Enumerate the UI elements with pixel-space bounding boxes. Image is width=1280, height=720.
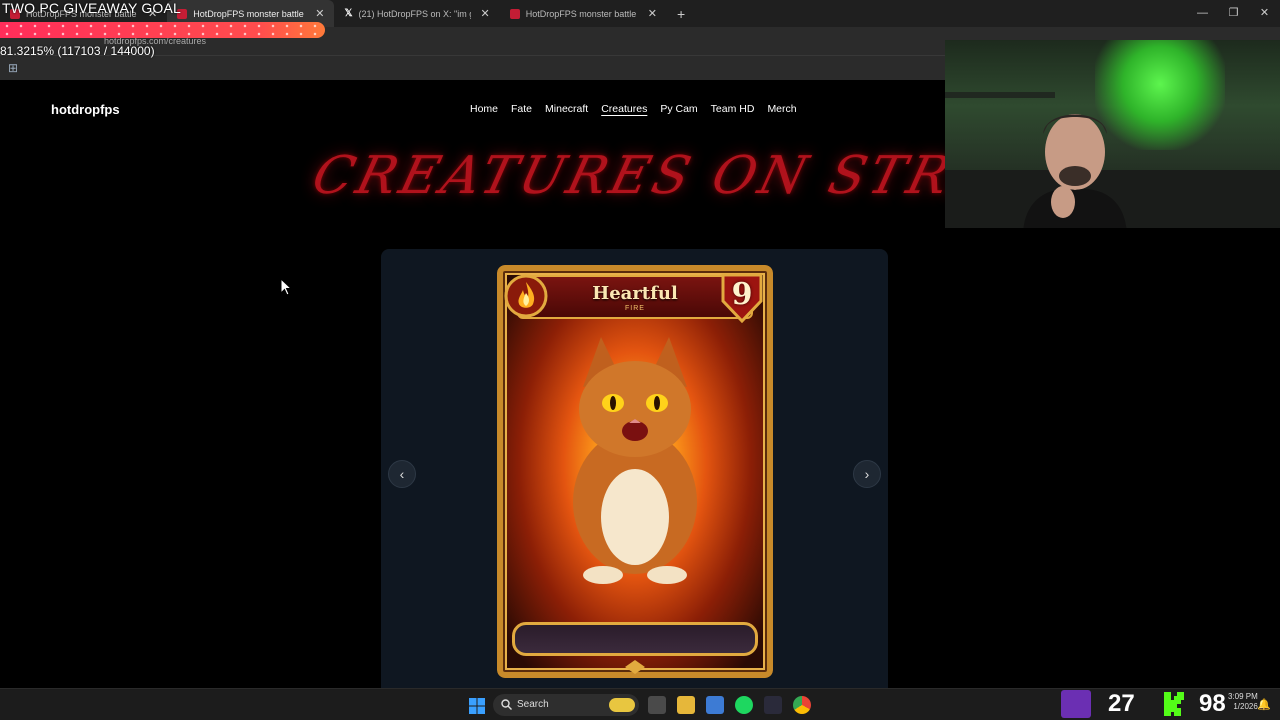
nav-creatures[interactable]: Creatures xyxy=(601,103,647,115)
card-ornament-icon xyxy=(625,660,645,674)
streamer-silhouette xyxy=(1023,114,1127,228)
browser-tab-4[interactable]: HotDropFPS monster battle sty ✕ xyxy=(500,0,667,27)
close-icon[interactable]: ✕ xyxy=(481,7,490,20)
close-window-icon[interactable]: ✕ xyxy=(1249,0,1280,27)
goal-progress-bar xyxy=(0,22,400,38)
carousel-next-button[interactable]: › xyxy=(853,460,881,488)
nav-fate[interactable]: Fate xyxy=(511,103,532,115)
search-label: Search xyxy=(517,699,549,710)
goal-title: TWO PC GIVEAWAY GOAL xyxy=(2,0,182,16)
minimize-icon[interactable]: — xyxy=(1187,0,1218,27)
tab-title: (21) HotDropFPS on X: "im givi xyxy=(358,8,471,19)
spotify-icon[interactable] xyxy=(735,696,753,714)
search-icon xyxy=(501,699,512,710)
kick-icon xyxy=(1164,692,1184,716)
hudfx-icon[interactable] xyxy=(764,696,782,714)
card-name: Heartful xyxy=(592,283,678,304)
goal-progress-fill xyxy=(0,22,326,38)
x-logo-icon: 𝕏 xyxy=(344,8,353,19)
bookmarks-bar: ⊞ xyxy=(0,55,945,80)
apps-grid-icon[interactable]: ⊞ xyxy=(8,61,18,75)
windows-start-icon[interactable] xyxy=(469,698,485,714)
nav-minecraft[interactable]: Minecraft xyxy=(545,103,588,115)
clock-time: 3:09 PM xyxy=(1228,692,1258,701)
card-type: FIRE xyxy=(625,305,645,312)
task-view-icon[interactable] xyxy=(648,696,666,714)
nav-merch[interactable]: Merch xyxy=(767,103,796,115)
hotdrop-favicon xyxy=(509,8,520,19)
maximize-icon[interactable]: ❐ xyxy=(1218,0,1249,27)
clock-date: 1/2026 xyxy=(1233,702,1258,711)
nav-team-hd[interactable]: Team HD xyxy=(711,103,755,115)
close-icon[interactable]: ✕ xyxy=(648,7,657,20)
system-clock[interactable]: 3:09 PM 1/2026 xyxy=(1228,692,1258,712)
tab-title: HotDropFPS monster battle sty xyxy=(525,8,638,19)
site-nav: Home Fate Minecraft Creatures Py Cam Tea… xyxy=(470,103,797,115)
streamer-webcam xyxy=(945,40,1280,228)
chrome-icon[interactable] xyxy=(793,696,811,714)
window-controls: — ❐ ✕ xyxy=(1187,0,1280,27)
creature-card[interactable]: 9 Heartful FIRE xyxy=(497,265,773,678)
notification-bell-icon[interactable]: 🔔 xyxy=(1257,698,1271,711)
nav-home[interactable]: Home xyxy=(470,103,498,115)
notepad-icon[interactable] xyxy=(706,696,724,714)
twitch-icon xyxy=(1061,690,1091,718)
mouse-cursor-icon xyxy=(280,278,292,296)
twitch-viewer-count: 27 xyxy=(1108,690,1135,717)
fire-cat-illustration xyxy=(573,337,697,584)
card-description-box xyxy=(512,622,758,656)
new-tab-button[interactable]: + xyxy=(667,6,695,22)
tab-title: HotDropFPS monster battle sty xyxy=(193,8,305,19)
nav-py-cam[interactable]: Py Cam xyxy=(660,103,697,115)
carousel-prev-button[interactable]: ‹ xyxy=(388,460,416,488)
close-icon[interactable]: ✕ xyxy=(315,7,324,20)
kick-viewer-count: 98 xyxy=(1199,690,1226,717)
goal-stats: 81.3215% (117103 / 144000) xyxy=(0,44,155,58)
hero-banner: CREATURES ON STREAM xyxy=(307,140,1100,220)
site-logo[interactable]: hotdropfps xyxy=(51,102,120,117)
file-explorer-icon[interactable] xyxy=(677,696,695,714)
taskbar-search[interactable]: Search xyxy=(493,694,639,716)
search-highlight-icon xyxy=(609,698,635,712)
